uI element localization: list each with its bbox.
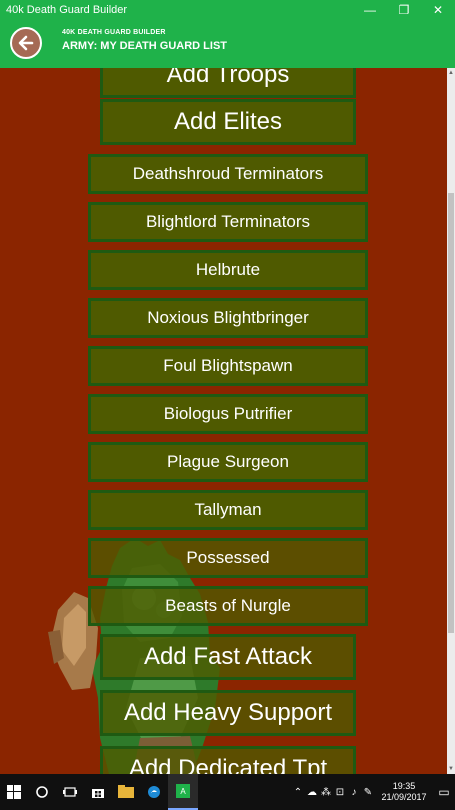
unit-blightlord-terminators[interactable]: Blightlord Terminators: [88, 202, 368, 242]
add-heavy-support-button[interactable]: Add Heavy Support: [100, 690, 356, 736]
active-app-icon: A: [176, 784, 190, 798]
window-title: 40k Death Guard Builder: [6, 4, 128, 16]
unit-deathshroud-terminators[interactable]: Deathshroud Terminators: [88, 154, 368, 194]
unit-helbrute[interactable]: Helbrute: [88, 250, 368, 290]
window-titlebar: 40k Death Guard Builder — ❐ ✕: [0, 0, 455, 20]
store-icon[interactable]: [84, 774, 112, 810]
close-button[interactable]: ✕: [421, 0, 455, 20]
unit-foul-blightspawn[interactable]: Foul Blightspawn: [88, 346, 368, 386]
unit-beasts-of-nurgle[interactable]: Beasts of Nurgle: [88, 586, 368, 626]
army-title: ARMY: MY DEATH GUARD LIST: [62, 40, 227, 52]
file-explorer-icon[interactable]: [112, 774, 140, 810]
minimize-button[interactable]: —: [353, 0, 387, 20]
task-view-icon[interactable]: [56, 774, 84, 810]
unit-tallyman[interactable]: Tallyman: [88, 490, 368, 530]
edge-browser-icon[interactable]: [140, 774, 168, 810]
system-tray: ⌃ ☁ ⁂ ⊡ ♪ ✎ 19:35 21/09/2017 ▭: [291, 774, 455, 810]
pen-icon[interactable]: ✎: [361, 787, 375, 798]
volume-icon[interactable]: ♪: [347, 787, 361, 798]
add-dedicated-transport-button[interactable]: Add Dedicated Tpt: [100, 746, 356, 774]
clock-date: 21/09/2017: [381, 792, 427, 802]
back-arrow-icon: [18, 35, 34, 51]
show-hidden-icons-icon[interactable]: ⌃: [291, 787, 305, 798]
taskbar: A ⌃ ☁ ⁂ ⊡ ♪ ✎ 19:35 21/09/2017 ▭: [0, 774, 455, 810]
scroll-up-icon[interactable]: ▲: [448, 70, 454, 76]
back-button[interactable]: [10, 27, 42, 59]
add-troops-button[interactable]: Add Troops: [100, 68, 356, 98]
scroll-thumb[interactable]: [448, 193, 454, 633]
onedrive-icon[interactable]: ⁂: [319, 787, 333, 798]
notification-center-icon[interactable]: ▭: [433, 785, 455, 799]
add-elites-button[interactable]: Add Elites: [100, 99, 356, 145]
unit-biologus-putrifier[interactable]: Biologus Putrifier: [88, 394, 368, 434]
cortana-circle-icon[interactable]: [28, 774, 56, 810]
maximize-button[interactable]: ❐: [387, 0, 421, 20]
clock[interactable]: 19:35 21/09/2017: [375, 781, 433, 803]
unit-possessed[interactable]: Possessed: [88, 538, 368, 578]
vertical-scrollbar[interactable]: ▲ ▼: [447, 68, 455, 774]
unit-list-area: Add Troops Add Elites Deathshroud Termin…: [0, 68, 447, 774]
app-header: 40K DEATH GUARD BUILDER ARMY: MY DEATH G…: [0, 20, 455, 68]
people-icon[interactable]: ☁: [305, 787, 319, 798]
taskbar-active-app[interactable]: A: [168, 774, 198, 810]
start-windows-icon[interactable]: [0, 774, 28, 810]
unit-plague-surgeon[interactable]: Plague Surgeon: [88, 442, 368, 482]
clock-time: 19:35: [392, 781, 416, 791]
unit-noxious-blightbringer[interactable]: Noxious Blightbringer: [88, 298, 368, 338]
network-icon[interactable]: ⊡: [333, 787, 347, 798]
app-name: 40K DEATH GUARD BUILDER: [62, 29, 166, 36]
scroll-down-icon[interactable]: ▼: [448, 766, 454, 772]
add-fast-attack-button[interactable]: Add Fast Attack: [100, 634, 356, 680]
